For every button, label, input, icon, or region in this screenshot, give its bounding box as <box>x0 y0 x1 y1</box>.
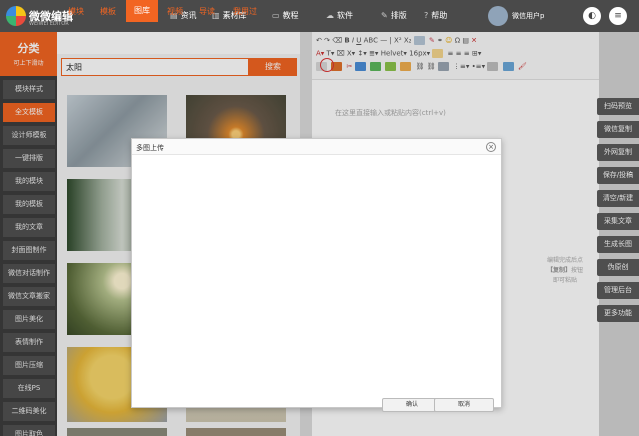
edit-icon: ✎ <box>381 11 388 20</box>
brand-subtitle: WEIWEI EDITOR <box>29 21 69 27</box>
tab-templates[interactable]: 模板 <box>100 6 116 17</box>
multi-image-upload-dialog: 多图上传 × 确认 取消 <box>131 138 502 412</box>
user-name[interactable]: 微信用户p <box>512 11 544 21</box>
dialog-body: 确认 取消 <box>132 154 501 412</box>
cancel-button[interactable]: 取消 <box>434 398 494 412</box>
nav-software[interactable]: ☁ 软件 <box>326 10 353 21</box>
tutorial-icon: ▭ <box>272 11 280 20</box>
help-icon: ? <box>424 11 429 20</box>
nav-tutorial[interactable]: ▭ 教程 <box>272 10 299 21</box>
menu-icon[interactable]: ≡ <box>609 7 627 25</box>
tab-video[interactable]: 视频 <box>167 6 183 17</box>
tab-modules[interactable]: 模块 <box>68 6 84 17</box>
confirm-button[interactable]: 确认 <box>382 398 442 412</box>
tab-used[interactable]: 我用过 <box>233 6 257 17</box>
tab-guide[interactable]: 导读 <box>199 6 215 17</box>
close-icon[interactable]: × <box>486 142 496 152</box>
tab-gallery[interactable]: 图库 <box>126 0 158 22</box>
logo-icon[interactable] <box>6 6 26 26</box>
nav-layout[interactable]: ✎ 排版 <box>381 10 407 21</box>
nav-help[interactable]: ? 帮助 <box>424 10 447 21</box>
dialog-title: 多图上传 <box>136 144 164 152</box>
avatar[interactable] <box>488 6 508 26</box>
theme-toggle-icon[interactable]: ◐ <box>583 7 601 25</box>
software-icon: ☁ <box>326 11 334 20</box>
